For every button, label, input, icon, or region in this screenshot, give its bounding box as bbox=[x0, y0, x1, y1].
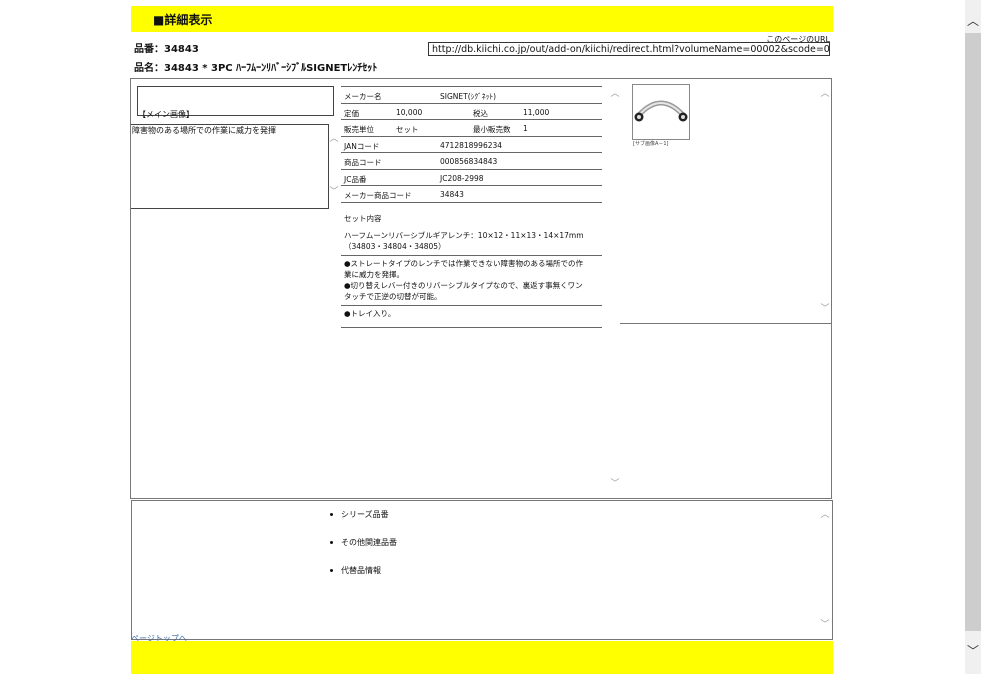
jc-label: JC品番 bbox=[344, 174, 367, 184]
wrench-icon bbox=[634, 100, 688, 122]
table-row: メーカー名 SIGNET(ｼｸﾞﾈｯﾄ) bbox=[341, 86, 602, 104]
table-row: 商品コード 000856834843 bbox=[341, 153, 602, 170]
unit-label: 販売単位 bbox=[344, 125, 374, 134]
price-value: 10,000 bbox=[396, 107, 423, 117]
jan-label: JANコード bbox=[344, 141, 380, 151]
chevron-up-icon[interactable]: ︿ bbox=[820, 89, 830, 99]
chevron-down-icon[interactable]: ﹀ bbox=[820, 304, 830, 314]
min-value: 1 bbox=[523, 124, 528, 133]
divider bbox=[341, 327, 602, 328]
price-label: 定価 bbox=[344, 108, 359, 118]
sub-image-caption: [サブ画像A－1] bbox=[633, 141, 669, 147]
sub-image-thumbnail[interactable] bbox=[632, 84, 690, 140]
list-item[interactable]: 代替品情報 bbox=[330, 565, 397, 576]
page-scrollbar[interactable]: ︿ ﹀ bbox=[965, 0, 981, 674]
chevron-up-icon[interactable]: ︿ bbox=[329, 134, 339, 144]
divider bbox=[341, 255, 602, 256]
maker-code-value: 34843 bbox=[440, 190, 464, 199]
header-banner: ■詳細表示 bbox=[131, 6, 833, 32]
maker-code-label: メーカー商品コード bbox=[344, 191, 412, 200]
jc-value: JC208-2998 bbox=[440, 173, 484, 183]
chevron-up-icon[interactable]: ︿ bbox=[820, 510, 830, 520]
related-links-frame bbox=[131, 500, 833, 640]
url-field[interactable]: http://db.kiichi.co.jp/out/add-on/kiichi… bbox=[428, 42, 830, 56]
product-number-value: 34843 bbox=[164, 44, 199, 55]
tax-label: 税込 bbox=[473, 108, 488, 118]
set-title: セット内容 bbox=[344, 214, 382, 223]
alternative-link[interactable]: 代替品情報 bbox=[341, 566, 381, 575]
spec-table: メーカー名 SIGNET(ｼｸﾞﾈｯﾄ) 定価 10,000 税込 11,000… bbox=[341, 86, 602, 203]
feature-3: ●トレイ入り。 bbox=[344, 309, 396, 318]
product-name-value: 34843 * 3PC ﾊｰﾌﾑｰﾝﾘﾊﾞｰｼﾌﾞﾙSIGNETﾚﾝﾁｾｯﾄ bbox=[164, 63, 378, 74]
product-name-label: 品名： bbox=[134, 63, 164, 74]
scrollbar-thumb[interactable] bbox=[965, 33, 981, 631]
maker-label: メーカー名 bbox=[344, 92, 382, 101]
table-row: JC品番 JC208-2998 bbox=[341, 170, 602, 186]
table-row: メーカー商品コード 34843 bbox=[341, 186, 602, 203]
description-box bbox=[131, 124, 329, 209]
divider bbox=[341, 305, 602, 306]
list-item[interactable]: シリーズ品番 bbox=[330, 509, 397, 520]
feature-2a: ●切り替えレバー付きのリバーシブルタイプなので、裏返す事無くワン bbox=[344, 281, 583, 290]
feature-2b: タッチで正逆の切替が可能。 bbox=[344, 292, 442, 301]
set-line-2: （34803・34804・34805） bbox=[344, 242, 446, 251]
code-value: 000856834843 bbox=[440, 157, 498, 166]
bullet-icon bbox=[330, 513, 333, 516]
min-label: 最小販売数 bbox=[473, 125, 511, 134]
description-text: 障害物のある場所での作業に威力を発揮 bbox=[132, 126, 276, 135]
feature-1a: ●ストレートタイプのレンチでは作業できない障害物のある場所での作 bbox=[344, 259, 584, 268]
maker-value: SIGNET(ｼｸﾞﾈｯﾄ) bbox=[440, 92, 497, 101]
bullet-icon bbox=[330, 541, 333, 544]
related-links-list: シリーズ品番 その他関連品番 代替品情報 bbox=[330, 509, 397, 593]
page-title: ■詳細表示 bbox=[153, 13, 213, 27]
feature-1b: 業に威力を発揮。 bbox=[344, 270, 404, 279]
product-name: 品名：34843 * 3PC ﾊｰﾌﾑｰﾝﾘﾊﾞｰｼﾌﾞﾙSIGNETﾚﾝﾁｾｯ… bbox=[134, 59, 377, 74]
table-row: 販売単位 セット 最小販売数 1 bbox=[341, 120, 602, 137]
code-label: 商品コード bbox=[344, 158, 382, 167]
chevron-down-icon[interactable]: ﹀ bbox=[820, 620, 830, 630]
main-image-label: 【メイン画像】 bbox=[138, 110, 194, 119]
chevron-down-icon[interactable]: ﹀ bbox=[610, 479, 620, 489]
footer-banner bbox=[131, 641, 833, 674]
unit-value: セット bbox=[396, 125, 419, 134]
chevron-down-icon[interactable]: ﹀ bbox=[329, 187, 339, 197]
product-number-label: 品番： bbox=[134, 44, 164, 55]
product-number: 品番：34843 bbox=[134, 40, 199, 55]
scroll-down-icon[interactable]: ﹀ bbox=[965, 642, 981, 659]
bullet-icon bbox=[330, 569, 333, 572]
chevron-up-icon[interactable]: ︿ bbox=[610, 89, 620, 99]
jan-value: 4712818996234 bbox=[440, 140, 503, 150]
set-line-1: ハーフムーンリバーシブルギアレンチ：10×12・11×13・14×17mm bbox=[344, 231, 584, 240]
tax-value: 11,000 bbox=[523, 107, 550, 117]
table-row: JANコード 4712818996234 bbox=[341, 137, 602, 153]
table-row: 定価 10,000 税込 11,000 bbox=[341, 104, 602, 120]
set-contents: セット内容 ハーフムーンリバーシブルギアレンチ：10×12・11×13・14×1… bbox=[341, 210, 602, 328]
list-item[interactable]: その他関連品番 bbox=[330, 537, 397, 548]
series-link[interactable]: シリーズ品番 bbox=[341, 510, 389, 519]
related-link[interactable]: その他関連品番 bbox=[341, 538, 397, 547]
scroll-up-icon[interactable]: ︿ bbox=[965, 12, 981, 29]
